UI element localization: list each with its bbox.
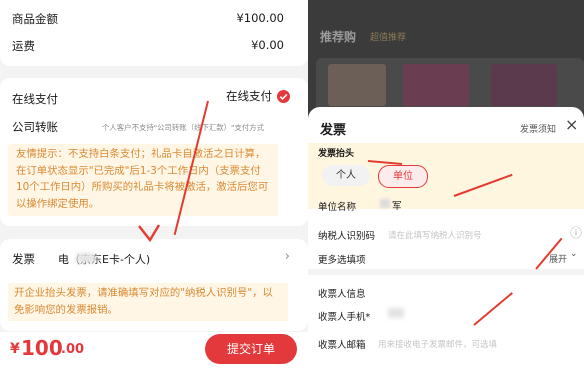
invoice-tip: 开企业抬头发票，请准确填写对应的"纳税人识别号"，以免影响您的发票报销。	[8, 283, 288, 321]
shipping-value: ¥0.00	[251, 38, 284, 52]
banner-title: 推荐购	[320, 30, 357, 44]
amount-card: 商品金额 ¥100.00 运费 ¥0.00	[0, 0, 308, 66]
online-pay-label: 在线支付	[12, 92, 58, 106]
checkout-panel: 商品金额 ¥100.00 运费 ¥0.00 在线支付 在线支付 公司转账 个人客…	[0, 0, 308, 368]
invoice-sheet: 发票 发票须知 × 发票抬头 个人 单位 单位名称 军 纳税人识别码 请在此填写…	[308, 107, 584, 368]
product-thumb	[403, 64, 469, 106]
transfer-desc: 个人客户不支持"公司转账（线下汇款）"支付方式	[102, 123, 265, 132]
blurred-text	[388, 308, 404, 318]
help-icon[interactable]: ⓘ	[570, 224, 582, 241]
transfer-label: 公司转账	[12, 120, 58, 134]
arrow-head-icon	[138, 224, 161, 243]
chevron-right-icon: ›	[284, 249, 290, 264]
invoice-modal-screen: 推荐购 超值推荐 发票 发票须知 × 发票抬头 个人 单位 单位名称 军 纳税人…	[308, 0, 584, 368]
goods-amount-label: 商品金额	[12, 12, 58, 26]
sheet-title: 发票	[320, 123, 347, 138]
product-thumb	[328, 64, 386, 106]
close-icon[interactable]: ×	[565, 115, 578, 134]
receiver-email-input[interactable]: 用来接收电子发票邮件，可选填	[378, 338, 497, 350]
personal-option[interactable]: 个人	[322, 165, 370, 186]
blurred-text	[380, 199, 390, 208]
submit-order-button[interactable]: 提交订单	[205, 334, 297, 364]
divider	[308, 269, 584, 275]
invoice-notice-link[interactable]: 发票须知	[520, 122, 556, 135]
receiver-phone-label: 收票人手机*	[318, 312, 371, 323]
company-name-label: 单位名称	[318, 202, 357, 213]
tax-id-input[interactable]: 请在此填写纳税人识别号	[388, 229, 482, 241]
invoice-card: 发票 电（京东E卡-个人) › 开企业抬头发票，请准确填写对应的"纳税人识别号"…	[0, 239, 308, 331]
invoice-value: 电（京东E卡-个人)	[58, 253, 151, 266]
shipping-label: 运费	[12, 39, 35, 53]
payment-tip: 友情提示：不支持白条支付；礼品卡自激活之日计算，在订单状态显示"已完成"后1-3…	[8, 144, 278, 216]
expand-button[interactable]: 展开	[549, 252, 567, 265]
total-decimals: .00	[61, 342, 85, 357]
invoice-header-label: 发票抬头	[318, 149, 355, 159]
online-pay-value: 在线支付	[226, 89, 272, 103]
receiver-section-title: 收票人信息	[318, 289, 366, 300]
chevron-down-icon: ⌄	[570, 249, 578, 259]
total-currency: ¥	[10, 341, 20, 357]
banner-subtitle: 超值推荐	[370, 33, 407, 43]
goods-amount-value: ¥100.00	[236, 11, 284, 25]
online-pay-option[interactable]: 在线支付	[226, 88, 290, 104]
company-name-value[interactable]: 军	[392, 198, 402, 212]
check-circle-icon	[277, 89, 290, 103]
payment-card: 在线支付 在线支付 公司转账 个人客户不支持"公司转账（线下汇款）"支付方式 友…	[0, 78, 308, 226]
blurred-text	[76, 253, 96, 263]
more-options-label: 更多选填项	[318, 255, 366, 266]
invoice-row[interactable]: 发票 电（京东E卡-个人) ›	[0, 239, 308, 277]
product-thumb	[491, 64, 557, 106]
company-option[interactable]: 单位	[378, 165, 428, 188]
total-amount: 100	[21, 336, 63, 360]
bottom-bar: ¥ 100 .00 提交订单	[0, 332, 308, 368]
invoice-label: 发票	[12, 252, 35, 266]
